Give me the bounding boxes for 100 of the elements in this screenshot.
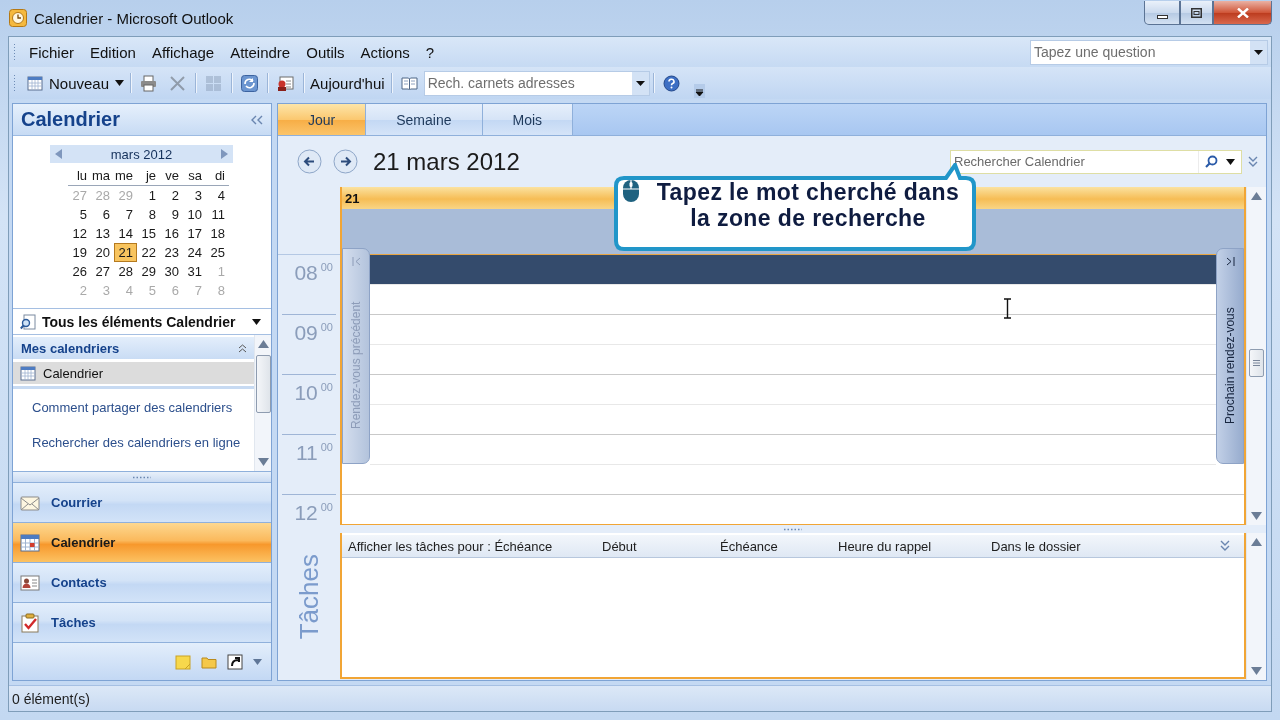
- close-button[interactable]: [1213, 1, 1272, 25]
- time-slot[interactable]: [370, 255, 1216, 285]
- up-arrow-icon[interactable]: [1251, 192, 1262, 200]
- up-arrow-icon[interactable]: [1251, 538, 1262, 546]
- calendar-day[interactable]: 24: [183, 243, 206, 262]
- today-button[interactable]: Aujourd'hui: [307, 72, 388, 94]
- calendar-day[interactable]: 9: [160, 205, 183, 224]
- calendar-day[interactable]: 2: [160, 186, 183, 205]
- calendar-day[interactable]: 5: [68, 205, 91, 224]
- menu-item[interactable]: Fichier: [24, 41, 79, 63]
- view-filter-dropdown[interactable]: Tous les éléments Calendrier: [13, 308, 271, 335]
- scrollbar[interactable]: [1246, 187, 1266, 525]
- expand-down-icon[interactable]: [1248, 155, 1258, 168]
- calendar-day[interactable]: 27: [91, 262, 114, 281]
- dropdown-caret-icon[interactable]: [631, 71, 649, 95]
- search-icon[interactable]: [1205, 155, 1218, 168]
- down-arrow-icon[interactable]: [257, 458, 269, 466]
- calendar-day[interactable]: 14: [114, 224, 137, 243]
- calendar-day[interactable]: 15: [137, 224, 160, 243]
- caret-icon[interactable]: [1226, 158, 1235, 165]
- nav-button[interactable]: Contacts: [13, 562, 271, 602]
- calendar-list-item[interactable]: Calendrier: [13, 362, 254, 384]
- calendar-day[interactable]: 17: [183, 224, 206, 243]
- calendar-day[interactable]: 3: [183, 186, 206, 205]
- scrollbar[interactable]: [1246, 533, 1266, 680]
- weekday-label: ma: [91, 167, 111, 185]
- calendar-day[interactable]: 1: [137, 186, 160, 205]
- question-field[interactable]: Tapez une question: [1030, 39, 1268, 65]
- clipboard-check-icon: [20, 612, 40, 633]
- view-tab[interactable]: Jour: [278, 104, 367, 135]
- calendar-day[interactable]: 23: [160, 243, 183, 262]
- calendar-day[interactable]: 22: [137, 243, 160, 262]
- maximize-button[interactable]: [1180, 1, 1213, 25]
- previous-month-icon[interactable]: [55, 149, 62, 159]
- collapse-icon[interactable]: [251, 114, 263, 125]
- scrollbar[interactable]: [254, 335, 271, 471]
- help-icon[interactable]: [662, 74, 680, 92]
- tasks-label: Tâches: [293, 553, 325, 640]
- search-field[interactable]: Rechercher Calendrier: [950, 149, 1242, 174]
- calendar-day[interactable]: 29: [137, 262, 160, 281]
- column-header[interactable]: Échéance: [720, 538, 778, 554]
- expand-down-icon[interactable]: [1220, 540, 1230, 552]
- down-arrow-icon[interactable]: [1251, 512, 1262, 520]
- scrollbar-thumb[interactable]: [1249, 349, 1264, 377]
- calendar-day[interactable]: 18: [206, 224, 229, 243]
- grip-dots-icon[interactable]: [783, 527, 803, 531]
- column-header[interactable]: Dans le dossier: [991, 538, 1081, 554]
- calendar-day[interactable]: 7: [114, 205, 137, 224]
- calendar-day[interactable]: 6: [91, 205, 114, 224]
- column-header[interactable]: Début: [602, 538, 637, 554]
- menu-item[interactable]: Atteindre: [225, 41, 296, 63]
- section-header[interactable]: Mes calendriers: [13, 337, 254, 359]
- nav-button[interactable]: Tâches: [13, 602, 271, 642]
- menu-item[interactable]: ?: [420, 41, 440, 63]
- sync-icon[interactable]: [241, 74, 259, 92]
- toolbar-overflow-icon[interactable]: [693, 84, 705, 98]
- scrollbar-thumb[interactable]: [255, 355, 271, 413]
- calendar-day[interactable]: 19: [68, 243, 91, 262]
- dropdown-caret-icon[interactable]: [1250, 40, 1267, 64]
- address-card-icon[interactable]: [277, 74, 295, 92]
- menu-item[interactable]: Actions: [355, 41, 415, 63]
- printer-icon[interactable]: [140, 74, 158, 92]
- shortcut-icon[interactable]: [227, 653, 243, 670]
- calendar-day[interactable]: 11: [206, 205, 229, 224]
- minute-label: 00: [320, 321, 333, 333]
- calendar-day[interactable]: 21: [114, 243, 137, 262]
- menu-item[interactable]: Affichage: [146, 41, 220, 63]
- column-header[interactable]: Afficher les tâches pour : Échéance: [348, 538, 553, 554]
- next-appointment-tab[interactable]: Prochain rendez-vous: [1216, 248, 1244, 464]
- calendar-day[interactable]: 8: [137, 205, 160, 224]
- up-arrow-icon[interactable]: [257, 340, 269, 348]
- menu-item[interactable]: Outils: [301, 41, 350, 63]
- nav-button[interactable]: Calendrier: [13, 522, 271, 562]
- calendar-day[interactable]: 31: [183, 262, 206, 281]
- address-search-field[interactable]: Rech. carnets adresses: [423, 70, 650, 96]
- calendar-day[interactable]: 26: [68, 262, 91, 281]
- weekday-label: ve: [164, 167, 180, 185]
- view-tab[interactable]: Semaine: [366, 104, 483, 135]
- calendar-day[interactable]: 30: [160, 262, 183, 281]
- column-header[interactable]: Heure du rappel: [838, 538, 932, 554]
- minimize-button[interactable]: [1144, 1, 1180, 25]
- calendar-day[interactable]: 12: [68, 224, 91, 243]
- hour-label: 09: [294, 321, 318, 345]
- calendar-day[interactable]: 25: [206, 243, 229, 262]
- address-book-icon[interactable]: [400, 74, 418, 92]
- link[interactable]: Rechercher des calendriers en ligne: [32, 435, 241, 450]
- calendar-day[interactable]: 16: [160, 224, 183, 243]
- next-month-icon[interactable]: [221, 149, 228, 159]
- menu-item[interactable]: Edition: [85, 41, 141, 63]
- down-arrow-icon[interactable]: [1251, 667, 1262, 675]
- grip-dots-icon[interactable]: [132, 475, 152, 479]
- link[interactable]: Comment partager des calendriers: [32, 400, 233, 415]
- calendar-day[interactable]: 20: [91, 243, 114, 262]
- new-button[interactable]: Nouveau: [24, 72, 128, 94]
- nav-button[interactable]: Courrier: [13, 482, 271, 522]
- calendar-day[interactable]: 10: [183, 205, 206, 224]
- calendar-day[interactable]: 13: [91, 224, 114, 243]
- view-tab[interactable]: Mois: [482, 104, 574, 135]
- calendar-day[interactable]: 4: [206, 186, 229, 205]
- calendar-day[interactable]: 28: [114, 262, 137, 281]
